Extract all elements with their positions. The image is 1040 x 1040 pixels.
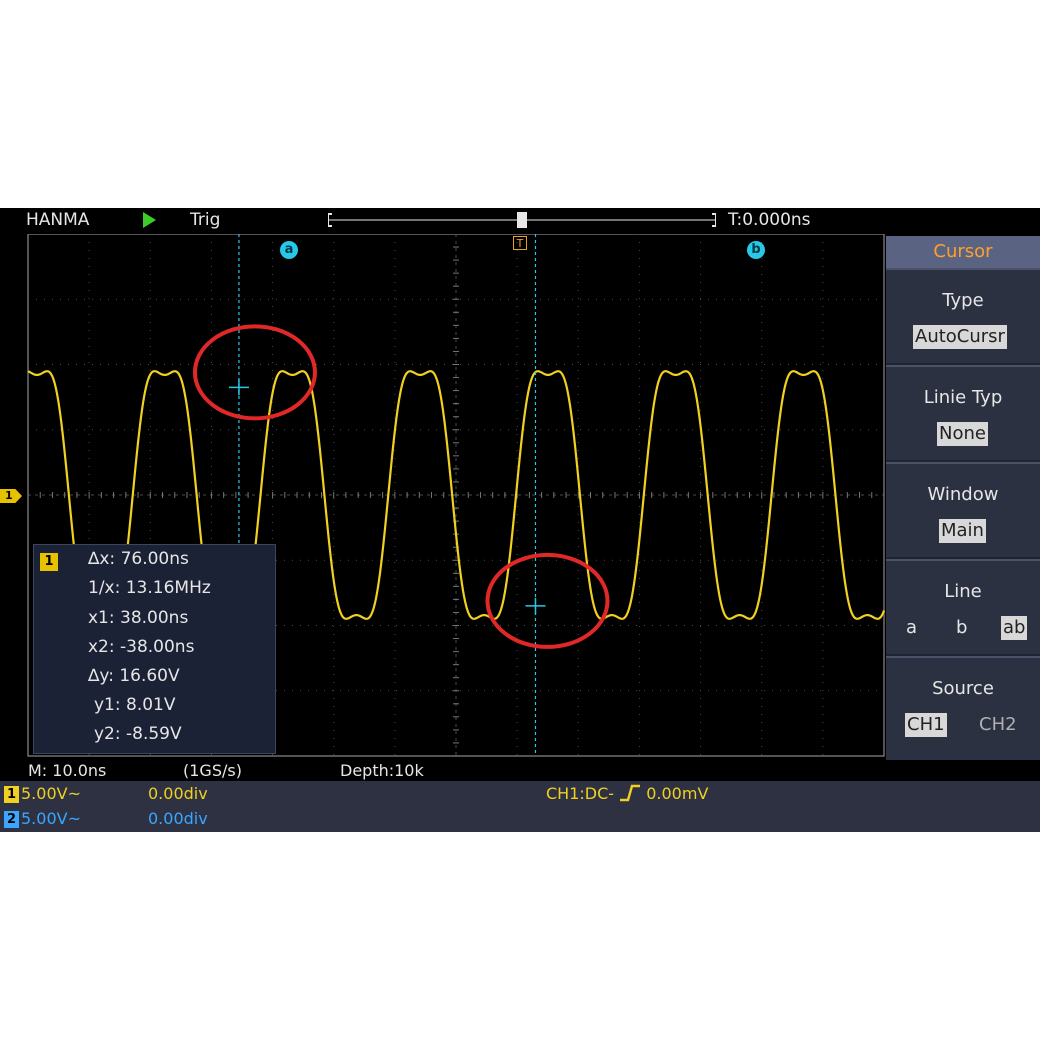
line-type-label: Linie Typ	[923, 387, 1003, 408]
trigger-position-marker[interactable]: T	[513, 236, 527, 250]
ch1-offset: 0.00div	[148, 784, 208, 803]
cursor-measurement-panel: 1 ∆x: 76.00ns 1/x: 13.16MHz x1: 38.00ns …	[33, 544, 276, 754]
trigger-coupling: CH1:DC-	[546, 784, 615, 803]
menu-window-button[interactable]: Window Main	[886, 462, 1040, 557]
y1-readout: y1: 8.01V	[94, 695, 176, 715]
ch2-scale: 5.00V~	[21, 809, 81, 828]
brand-label: HANMA	[26, 210, 90, 230]
channel-info-bar: 1 5.00V~ 0.00div 2 5.00V~ 0.00div CH1:DC- …	[0, 781, 1040, 832]
menu-line-button[interactable]: Line a b ab	[886, 559, 1040, 654]
ch1-badge: 1	[4, 786, 19, 803]
timebase-label: M: 10.0ns	[28, 761, 107, 780]
window-value: Main	[939, 519, 986, 543]
window-label: Window	[927, 484, 999, 505]
ch2-offset: 0.00div	[148, 809, 208, 828]
source-option-ch1[interactable]: CH1	[905, 713, 947, 737]
menu-line-type-button[interactable]: Linie Typ None	[886, 365, 1040, 460]
run-icon[interactable]	[143, 212, 156, 228]
trigger-setting[interactable]: CH1:DC- 0.00mV	[546, 784, 708, 803]
cursor-b-label[interactable]: b	[747, 241, 765, 259]
sample-rate-label: (1GS/s)	[183, 761, 242, 780]
cursor-menu: Cursor Type AutoCursr Linie Typ None Win…	[886, 236, 1040, 760]
frequency-readout: 1/x: 13.16MHz	[88, 578, 211, 598]
cursor-a-label[interactable]: a	[280, 241, 298, 259]
ch2-info[interactable]: 2 5.00V~	[4, 809, 81, 828]
rising-edge-icon	[620, 784, 641, 802]
top-status-bar: HANMA Trig T:0.000ns	[0, 208, 1040, 234]
line-type-value: None	[937, 422, 988, 446]
x1-readout: x1: 38.00ns	[88, 608, 189, 628]
memory-position-bar[interactable]	[328, 212, 716, 228]
type-label: Type	[942, 290, 984, 311]
ch1-scale: 5.00V~	[21, 784, 81, 803]
menu-type-button[interactable]: Type AutoCursr	[886, 268, 1040, 363]
source-label: Source	[932, 678, 994, 699]
time-offset: T:0.000ns	[728, 210, 811, 230]
trigger-level: 0.00mV	[646, 784, 709, 803]
line-option-ab[interactable]: ab	[1001, 616, 1028, 640]
cursor-b-crosshair	[525, 597, 546, 614]
source-option-ch2[interactable]: CH2	[979, 713, 1017, 737]
line-label: Line	[944, 581, 982, 602]
y2-readout: y2: -8.59V	[94, 724, 182, 744]
oscilloscope-screen: HANMA Trig T:0.000ns a b T 1 1 ∆x: 76.00…	[0, 208, 1040, 832]
ch2-badge: 2	[4, 811, 19, 828]
menu-title: Cursor	[886, 236, 1040, 268]
timebase-bar: M: 10.0ns (1GS/s) Depth:10k	[0, 759, 885, 781]
line-option-a[interactable]: a	[906, 616, 917, 640]
memory-depth-label: Depth:10k	[340, 761, 424, 780]
measurement-channel-badge: 1	[40, 553, 58, 571]
cursor-a-crosshair	[228, 379, 249, 396]
trigger-status: Trig	[190, 210, 221, 230]
menu-source-button[interactable]: Source CH1 CH2	[886, 656, 1040, 760]
line-option-b[interactable]: b	[956, 616, 967, 640]
ch1-info[interactable]: 1 5.00V~	[4, 784, 81, 803]
type-value: AutoCursr	[913, 325, 1007, 349]
x2-readout: x2: -38.00ns	[88, 637, 195, 657]
annotation-circle-b	[485, 552, 610, 649]
delta-y-readout: ∆y: 16.60V	[88, 666, 180, 686]
delta-x-readout: ∆x: 76.00ns	[88, 549, 189, 569]
